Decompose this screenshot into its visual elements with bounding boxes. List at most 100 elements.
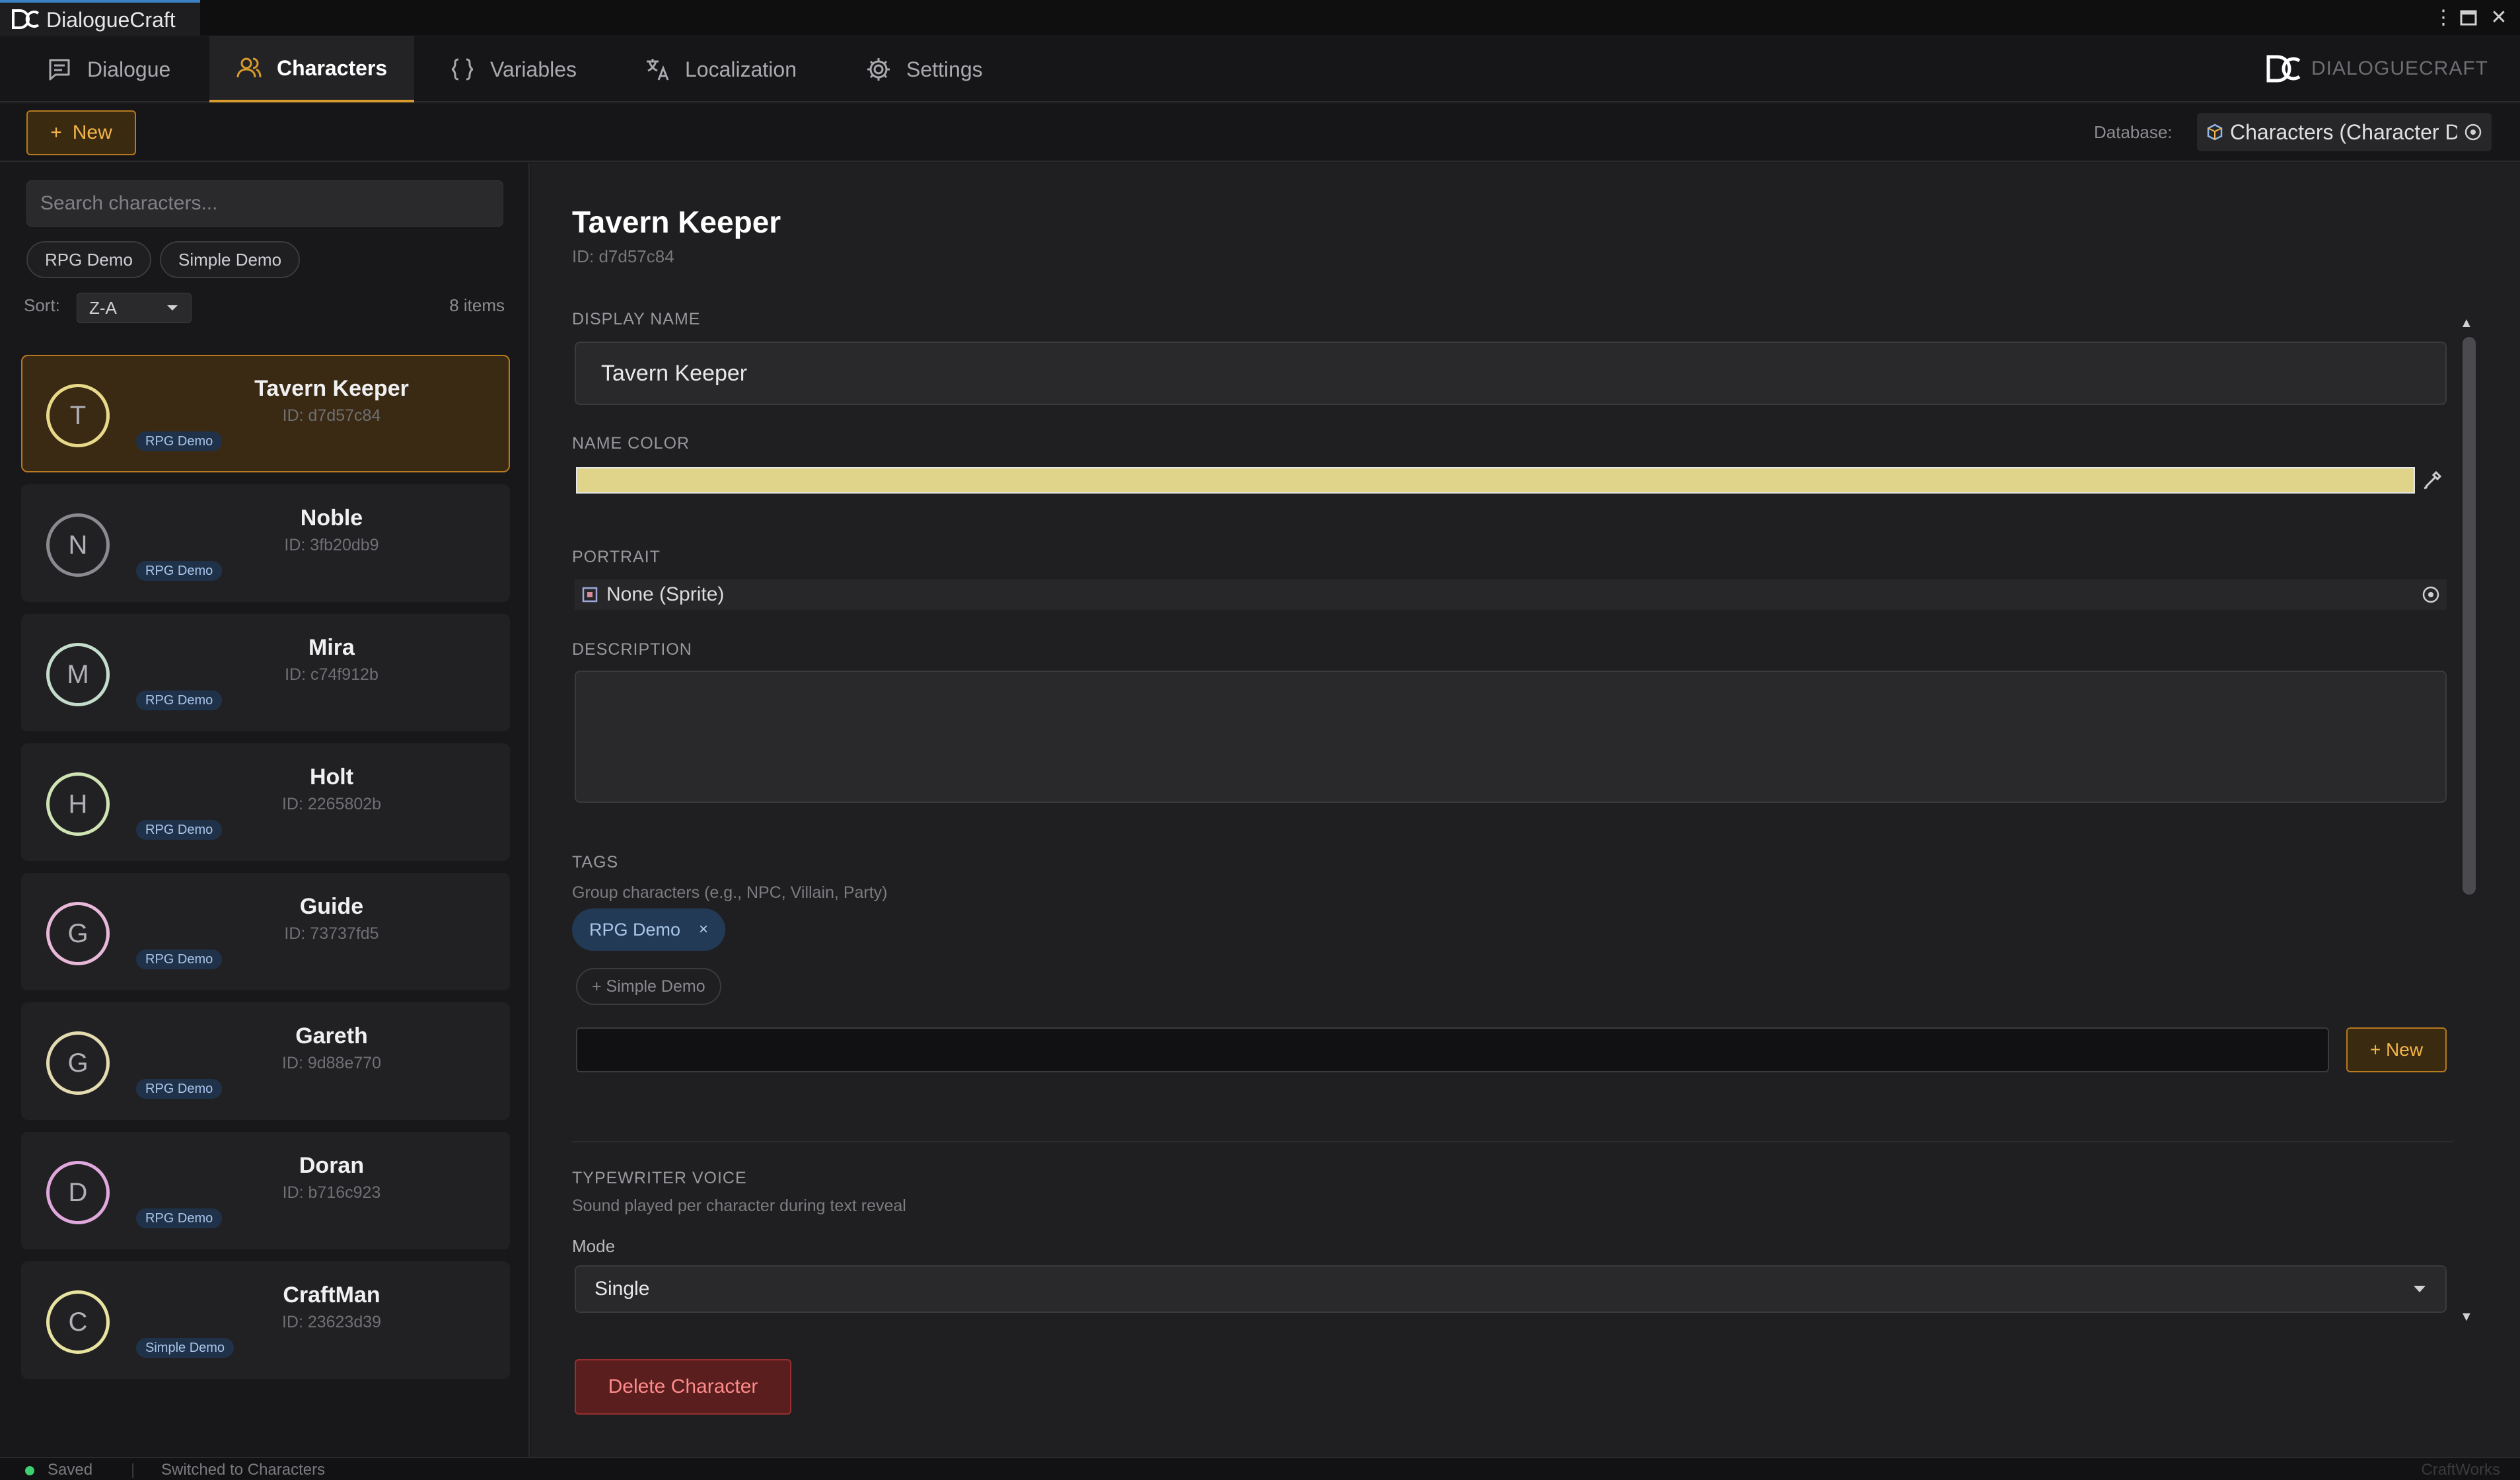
character-name: Doran	[299, 1153, 365, 1178]
name-color-label: NAME COLOR	[572, 434, 690, 453]
character-id: ID: 3fb20db9	[284, 536, 379, 554]
app-logo-icon	[12, 9, 40, 29]
character-sidebar: RPG Demo Simple Demo Sort: Z-A 8 items T…	[0, 163, 530, 1457]
tab-label: Characters	[277, 56, 388, 80]
caret-down-icon	[2412, 1284, 2427, 1294]
tab-settings[interactable]: Settings	[839, 36, 1009, 102]
typewriter-voice-help: Sound played per character during text r…	[572, 1197, 906, 1215]
display-name-field[interactable]	[575, 342, 2447, 405]
status-bar: Saved | Switched to Characters CraftWork…	[0, 1457, 2520, 1480]
tag-badge: RPG Demo	[136, 690, 223, 710]
tag-badge: RPG Demo	[136, 561, 223, 581]
character-card[interactable]: N Noble ID: 3fb20db9 RPG Demo	[21, 484, 510, 602]
avatar: G	[46, 1031, 110, 1095]
kebab-menu-icon[interactable]: ⋮	[2432, 7, 2455, 29]
page-title: Tavern Keeper	[572, 205, 781, 239]
avatar: G	[46, 902, 110, 965]
tag-chip-label: RPG Demo	[589, 919, 681, 940]
mode-label: Mode	[572, 1236, 616, 1256]
scroll-down-icon[interactable]: ▼	[2460, 1310, 2473, 1325]
database-label: Database:	[2094, 122, 2173, 142]
character-name: Guide	[299, 894, 364, 919]
tab-localization[interactable]: Localization	[618, 36, 823, 102]
add-tag-button[interactable]: + New	[2346, 1027, 2447, 1072]
status-message: Switched to Characters	[161, 1461, 326, 1479]
character-card[interactable]: D Doran ID: b716c923 RPG Demo	[21, 1132, 510, 1249]
delete-character-button[interactable]: Delete Character	[575, 1359, 791, 1415]
brand-name: DIALOGUECRAFT	[2311, 57, 2488, 79]
tab-label: Settings	[906, 57, 983, 81]
remove-tag-icon[interactable]: ×	[699, 920, 708, 939]
eyedropper-icon[interactable]	[2422, 468, 2444, 491]
character-id: ID: b716c923	[282, 1183, 381, 1202]
users-icon	[236, 55, 262, 81]
portrait-value: None (Sprite)	[606, 583, 725, 605]
avatar: N	[46, 513, 110, 577]
character-id: ID: d7d57c84	[572, 246, 674, 266]
character-id: ID: 2265802b	[281, 795, 382, 813]
window-title: DialogueCraft	[46, 8, 176, 32]
title-bar: DialogueCraft ⋮ ✕	[0, 0, 2520, 36]
scrollbar-thumb[interactable]	[2463, 337, 2476, 895]
character-card[interactable]: C CraftMan ID: 23623d39 Simple Demo	[21, 1261, 510, 1379]
maximize-icon[interactable]	[2457, 7, 2480, 29]
caret-down-icon	[166, 304, 179, 312]
character-name: Tavern Keeper	[254, 376, 409, 401]
character-id: ID: 9d88e770	[281, 1054, 382, 1072]
character-id: ID: 23623d39	[281, 1313, 382, 1331]
sprite-icon	[581, 586, 598, 603]
sort-value: Z-A	[89, 297, 117, 318]
description-field[interactable]	[575, 671, 2447, 803]
character-card[interactable]: G Gareth ID: 9d88e770 RPG Demo	[21, 1002, 510, 1120]
status-dot-icon	[25, 1466, 34, 1475]
filter-chip-simple-demo[interactable]: Simple Demo	[160, 241, 301, 278]
filter-chip-rpg-demo[interactable]: RPG Demo	[26, 241, 151, 278]
translate-icon	[644, 56, 670, 83]
character-card[interactable]: M Mira ID: c74f912b RPG Demo	[21, 614, 510, 731]
avatar: H	[46, 772, 110, 836]
braces-icon	[449, 56, 476, 83]
avatar: T	[46, 384, 110, 447]
tab-label: Variables	[490, 57, 577, 81]
tab-variables[interactable]: Variables	[423, 36, 603, 102]
database-select[interactable]: Characters (Character Database)	[2197, 113, 2492, 151]
plus-icon: +	[50, 122, 62, 143]
new-character-button[interactable]: + New	[26, 110, 136, 155]
object-picker-icon[interactable]	[2464, 123, 2482, 141]
sort-select[interactable]: Z-A	[77, 293, 192, 323]
message-square-icon	[46, 56, 73, 83]
mode-select[interactable]: Single	[575, 1265, 2447, 1313]
toolbar: + New Database: Characters (Character Da…	[0, 104, 2520, 162]
tab-dialogue[interactable]: Dialogue	[20, 36, 197, 102]
character-card[interactable]: T Tavern Keeper ID: d7d57c84 RPG Demo	[21, 355, 510, 472]
sort-label: Sort:	[24, 295, 60, 315]
typewriter-voice-label: TYPEWRITER VOICE	[572, 1169, 747, 1187]
character-name: Gareth	[295, 1023, 368, 1049]
character-id: ID: d7d57c84	[282, 406, 381, 425]
portrait-field[interactable]: None (Sprite)	[575, 579, 2447, 610]
character-id: ID: 73737fd5	[284, 924, 379, 943]
mode-value: Single	[594, 1278, 650, 1300]
search-input[interactable]	[26, 180, 503, 227]
new-button-label: New	[72, 122, 112, 143]
new-tag-input[interactable]	[576, 1027, 2329, 1072]
character-card[interactable]: G Guide ID: 73737fd5 RPG Demo	[21, 873, 510, 990]
scroll-up-icon[interactable]: ▲	[2460, 316, 2473, 331]
character-name: Mira	[308, 635, 355, 660]
tab-characters[interactable]: Characters	[209, 36, 414, 102]
avatar: C	[46, 1290, 110, 1354]
character-card[interactable]: H Holt ID: 2265802b RPG Demo	[21, 743, 510, 861]
save-status: Saved	[48, 1461, 93, 1479]
name-color-swatch[interactable]	[576, 467, 2415, 494]
tag-badge: Simple Demo	[136, 1338, 234, 1358]
avatar: M	[46, 643, 110, 706]
top-navigation: Dialogue Characters Variables Localizati…	[0, 36, 2520, 102]
status-brand: CraftWorks	[2421, 1461, 2500, 1479]
tag-badge: RPG Demo	[136, 949, 223, 969]
add-tag-simple-demo[interactable]: + Simple Demo	[576, 968, 721, 1005]
close-icon[interactable]: ✕	[2488, 7, 2510, 29]
tags-help: Group characters (e.g., NPC, Villain, Pa…	[572, 883, 888, 902]
tag-badge: RPG Demo	[136, 1079, 223, 1099]
character-name: Holt	[309, 764, 354, 790]
object-picker-icon[interactable]	[2422, 585, 2440, 604]
